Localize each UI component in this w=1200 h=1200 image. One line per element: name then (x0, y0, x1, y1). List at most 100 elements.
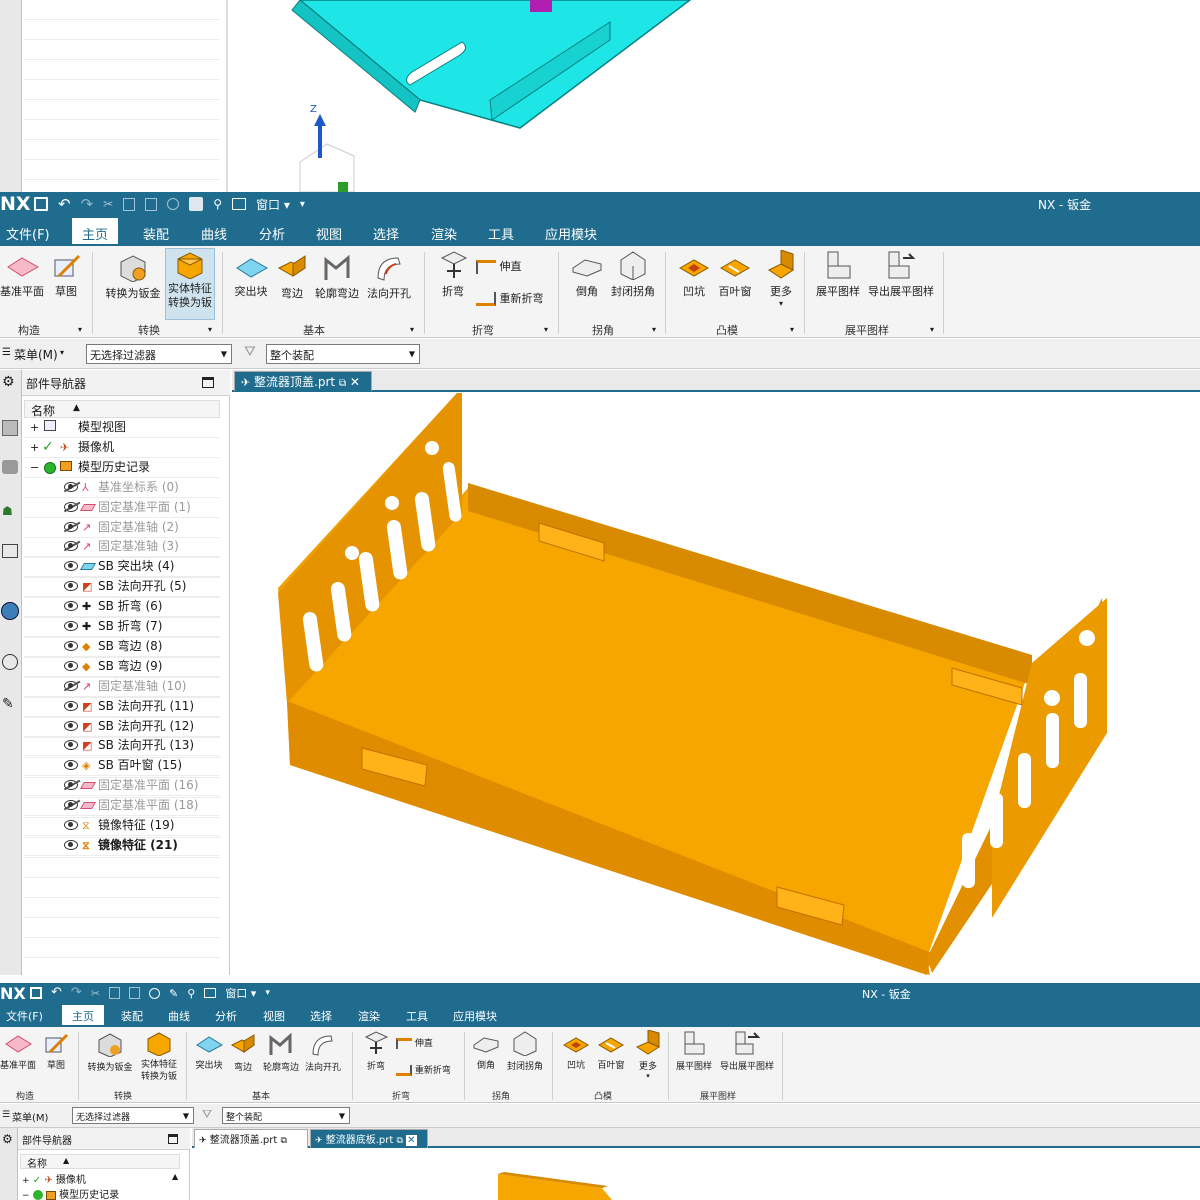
menu-render[interactable]: 渲染 (431, 224, 457, 243)
visible-eye-icon[interactable] (64, 700, 78, 711)
visible-eye-icon[interactable] (64, 660, 78, 671)
tree-node[interactable]: ◩ SB 法向开孔 (11) (24, 697, 220, 717)
scroll-up-arrow[interactable]: ▲ (172, 1172, 178, 1181)
close-icon[interactable]: ✕ (350, 375, 360, 389)
group-punch-arrow[interactable]: ▾ (790, 325, 794, 334)
tree-node[interactable]: + ✓ ✈ 摄像机 (24, 438, 220, 458)
tree-node[interactable]: ✚ SB 折弯 (6) (24, 597, 220, 618)
column-header-name[interactable]: 名称 ▲ (24, 400, 220, 418)
hidden-eye-icon[interactable] (64, 481, 78, 492)
menu-render[interactable]: 渲染 (358, 1008, 380, 1024)
settings-icon[interactable]: ⚙ (2, 1132, 13, 1146)
menu-tools[interactable]: 工具 (488, 224, 514, 243)
group-basic-arrow[interactable]: ▾ (410, 325, 414, 334)
menu-curve[interactable]: 曲线 (201, 224, 227, 243)
visible-eye-icon[interactable] (64, 621, 78, 631)
view-icon[interactable]: ⚲ (213, 197, 222, 211)
filter-funnel-icon[interactable]: ⛛ (202, 1107, 212, 1122)
flat-pattern-button[interactable]: 展平图样 (674, 1030, 714, 1072)
tree-node[interactable]: ⅄ 基准坐标系 (0) (24, 478, 220, 498)
export-flat-pattern-button[interactable]: 导出展平图样 (866, 250, 936, 299)
selection-scope-dropdown[interactable]: 整个装配 ▼ (222, 1107, 350, 1124)
filter-funnel-icon[interactable]: ⛛ (244, 344, 256, 360)
hidden-eye-icon[interactable] (64, 800, 78, 811)
menu-button-icon[interactable]: ☰ (2, 347, 11, 358)
contour-flange-button[interactable]: 轮廓弯边 (261, 1033, 301, 1073)
window-icon[interactable] (204, 988, 217, 998)
visible-eye-icon[interactable] (64, 839, 78, 850)
hidden-eye-icon[interactable] (64, 541, 78, 552)
menu-button-label[interactable]: 菜单(M) (14, 346, 58, 363)
solid-to-sheet-metal-button[interactable]: 实体特征 转换为钣 (165, 248, 215, 320)
reuse-library-tab-icon[interactable]: ☗ (2, 504, 13, 518)
hd3d-tab-icon[interactable] (2, 544, 18, 558)
more-dropdown-arrow[interactable]: ▾ (634, 1072, 662, 1080)
redo-icon[interactable]: ↷ (81, 197, 94, 212)
web-browser-tab-icon[interactable] (1, 602, 19, 620)
paste-icon[interactable] (129, 987, 141, 999)
tab-整流器顶盖[interactable]: ✈ 整流器顶盖.prt ⧉ ✕ (234, 371, 372, 391)
convert-to-sheet-metal-button[interactable]: 转换为钣金 (102, 252, 164, 301)
paste-icon[interactable] (145, 197, 158, 211)
redo-icon[interactable]: ↷ (71, 986, 82, 999)
expand-icon[interactable]: + (22, 1176, 30, 1186)
tree-node[interactable]: ◆ SB 弯边 (8) (24, 637, 220, 657)
tree-node[interactable]: ↗ 固定基准轴 (3) (24, 537, 220, 558)
tree-node[interactable]: ◩ SB 法向开孔 (5) (24, 577, 220, 598)
tree-node[interactable]: ◩ SB 法向开孔 (13) (24, 736, 220, 757)
collapse-icon[interactable]: − (30, 458, 39, 477)
dimple-button[interactable]: 凹坑 (562, 1033, 590, 1071)
tree-node[interactable]: ◆ SB 弯边 (9) (24, 657, 220, 677)
collapse-icon[interactable]: − (22, 1191, 30, 1200)
hidden-eye-icon[interactable] (64, 680, 78, 691)
menu-select[interactable]: 选择 (373, 224, 399, 243)
bend-button[interactable]: 折弯 (362, 1030, 390, 1072)
unbend-button[interactable]: 伸直 (476, 258, 532, 274)
assembly-navigator-tab-icon[interactable] (2, 460, 18, 474)
graphics-window[interactable] (232, 393, 1200, 975)
tree-node[interactable]: + 模型视图 (24, 418, 220, 438)
menu-button-label[interactable]: 菜单(M) (12, 1109, 48, 1124)
menu-view[interactable]: 视图 (316, 224, 342, 243)
history-tab-icon[interactable] (2, 654, 18, 670)
visible-eye-icon[interactable] (64, 581, 78, 592)
tab-整流器顶盖[interactable]: ✈ 整流器顶盖.prt ⧉ (194, 1129, 308, 1148)
chamfer-button[interactable]: 倒角 (472, 1033, 500, 1071)
tree-node[interactable]: SB 突出块 (4) (24, 557, 220, 578)
repeat-icon[interactable] (167, 198, 180, 210)
settings-icon[interactable]: ⚙ (2, 374, 15, 390)
solid-to-sheet-metal-button[interactable]: 实体特征 转换为钣 (138, 1030, 180, 1083)
undo-icon[interactable]: ↶ (51, 986, 62, 999)
datum-plane-button[interactable]: 基准平面 (0, 1033, 36, 1071)
close-icon[interactable]: ✕ (406, 1135, 417, 1146)
louver-button[interactable]: 百叶窗 (715, 254, 755, 299)
cut-icon[interactable]: ✂ (103, 197, 113, 211)
group-flat-pattern-arrow[interactable]: ▾ (930, 325, 934, 334)
window-menu-label[interactable]: 窗口 ▾ (256, 196, 290, 213)
expand-icon[interactable]: + (30, 418, 39, 437)
group-bend-arrow[interactable]: ▾ (544, 325, 548, 334)
maximize-icon[interactable] (168, 1134, 178, 1144)
flange-button[interactable]: 弯边 (275, 254, 309, 301)
menu-assembly[interactable]: 装配 (143, 224, 169, 243)
view-icon[interactable]: ⚲ (187, 987, 195, 1000)
export-flat-pattern-button[interactable]: 导出展平图样 (716, 1030, 778, 1072)
hidden-eye-icon[interactable] (64, 501, 78, 512)
menu-applications[interactable]: 应用模块 (453, 1008, 497, 1024)
customize-icon[interactable]: ▾ (300, 199, 305, 210)
chamfer-button[interactable]: 倒角 (570, 254, 604, 299)
tree-node[interactable]: ↗ 固定基准轴 (2) (24, 518, 220, 538)
menu-curve[interactable]: 曲线 (168, 1008, 190, 1024)
column-header-name[interactable]: 名称 ▲ (20, 1154, 180, 1170)
cut-icon[interactable]: ✂ (91, 987, 100, 1000)
tree-node[interactable]: ✚ SB 折弯 (7) (24, 617, 220, 637)
menu-file[interactable]: 文件(F) (6, 1008, 43, 1024)
copy-icon[interactable] (109, 987, 121, 999)
visible-eye-icon[interactable] (64, 601, 78, 612)
maximize-icon[interactable] (202, 377, 214, 388)
menu-assembly[interactable]: 装配 (121, 1008, 143, 1024)
closed-corner-button[interactable]: 封闭拐角 (608, 250, 658, 299)
tab-button[interactable]: 突出块 (192, 1033, 226, 1071)
menu-select[interactable]: 选择 (310, 1008, 332, 1024)
group-convert-arrow[interactable]: ▾ (208, 325, 212, 334)
